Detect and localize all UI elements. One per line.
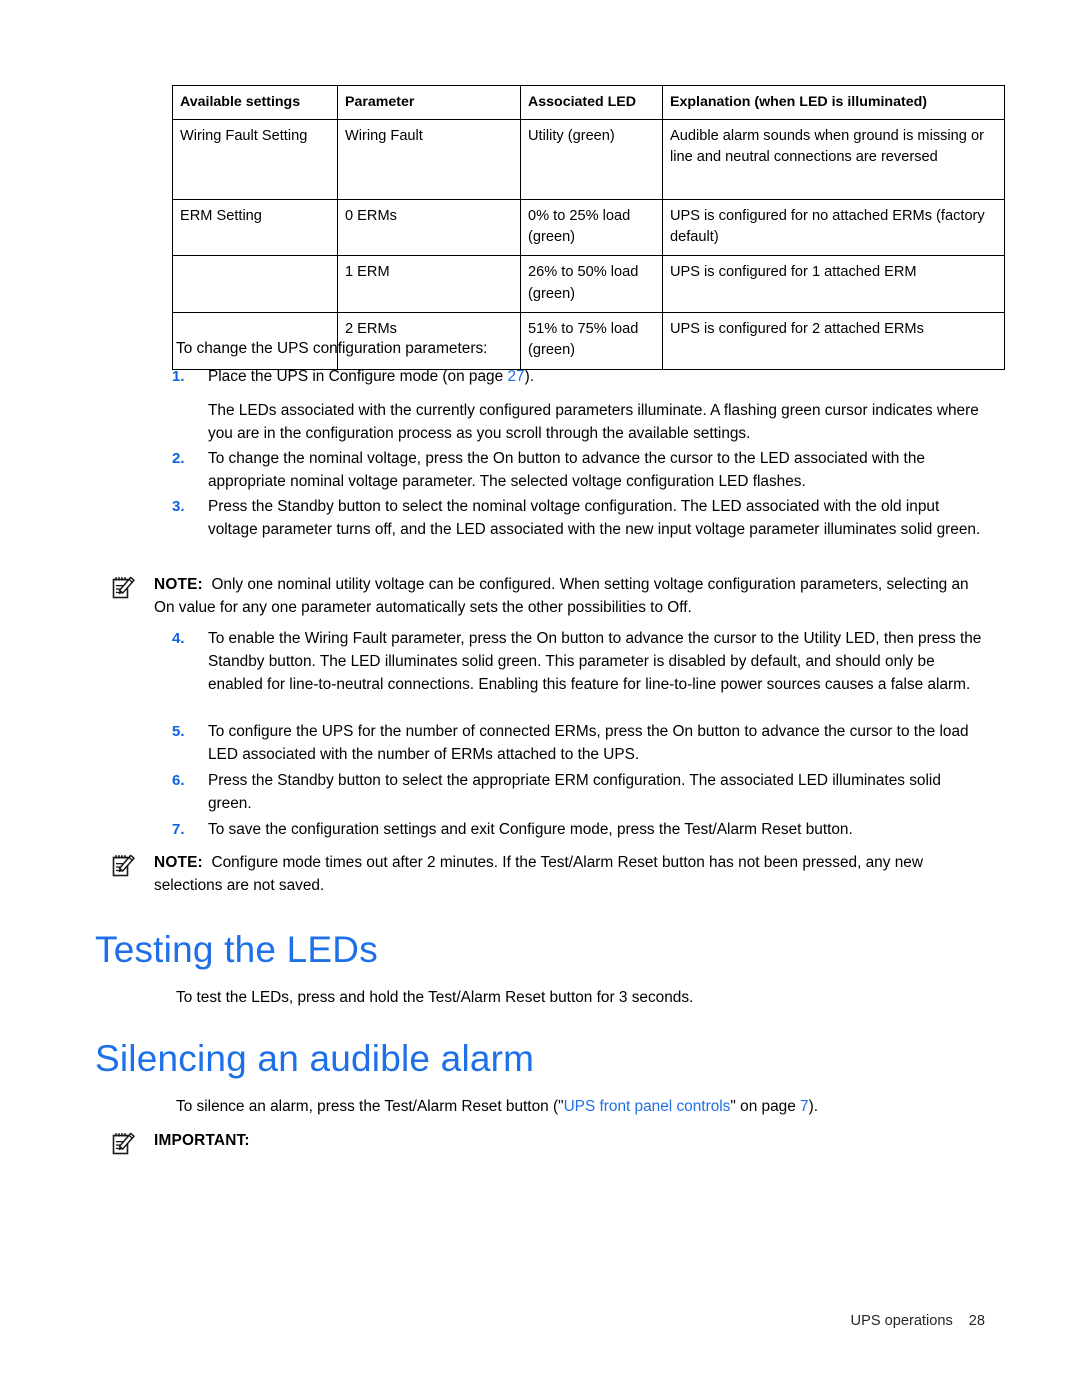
note-body: IMPORTANT: [154,1130,990,1153]
step-text: To save the configuration settings and e… [208,821,853,838]
cell-explanation: Audible alarm sounds when ground is miss… [662,118,1005,200]
step-number: 3. [172,498,185,515]
document-page: Available settings Parameter Associated … [0,0,1080,1397]
settings-table-container: Available settings Parameter Associated … [172,85,1005,370]
note-label: NOTE: [154,576,203,593]
step-6: 6. Press the Standby button to select th… [172,770,984,816]
cell-led: 26% to 50% load (green) [520,255,663,313]
cell-led: 0% to 25% load (green) [520,198,663,257]
table-row: Wiring Fault Setting Wiring Fault Utilit… [172,118,1005,200]
cell-explanation: UPS is configured for 1 attached ERM [662,255,1005,313]
table-header-row: Available settings Parameter Associated … [172,85,1005,120]
silencing-text-mid: " on page [730,1098,801,1115]
cross-reference-link[interactable]: UPS front panel controls [564,1098,731,1115]
step-text-before: Place the UPS in Configure mode (on page [208,368,508,385]
step-number: 1. [172,368,185,385]
heading-silencing-an-audible-alarm: Silencing an audible alarm [95,1038,535,1079]
footer-section-label: UPS operations [850,1313,953,1329]
silencing-body: To silence an alarm, press the Test/Alar… [176,1096,986,1119]
step-number: 6. [172,772,185,789]
step-1: 1. Place the UPS in Configure mode (on p… [172,366,984,389]
table-row: ERM Setting 0 ERMs 0% to 25% load (green… [172,198,1005,257]
step-number: 2. [172,450,185,467]
step-text: To enable the Wiring Fault parameter, pr… [208,630,982,693]
important-block: IMPORTANT: [110,1130,990,1155]
note-pad-pencil-icon [110,575,136,601]
step-5: 5. To configure the UPS for the number o… [172,721,984,767]
silencing-text-after: ). [808,1098,819,1115]
settings-table: Available settings Parameter Associated … [172,85,1005,370]
table-row: 1 ERM 26% to 50% load (green) UPS is con… [172,255,1005,313]
cell-explanation: UPS is configured for no attached ERMs (… [662,198,1005,257]
column-header-parameter: Parameter [337,85,521,120]
note-body: NOTE: Configure mode times out after 2 m… [154,852,990,898]
step-1-explanation: The LEDs associated with the currently c… [208,402,979,442]
important-label: IMPORTANT: [154,1132,250,1149]
cell-setting: Wiring Fault Setting [172,118,338,200]
note-pad-pencil-icon [110,1131,136,1157]
column-header-associated-led: Associated LED [520,85,663,120]
page-footer: UPS operations 28 [0,1313,985,1329]
note-text: Configure mode times out after 2 minutes… [154,854,923,894]
column-header-explanation: Explanation (when LED is illuminated) [662,85,1005,120]
note-label: NOTE: [154,854,203,871]
cell-setting [172,255,338,313]
step-text: Press the Standby button to select the a… [208,772,941,812]
cell-parameter: 1 ERM [337,255,521,313]
page-reference-link[interactable]: 27 [507,368,524,385]
note-body: NOTE: Only one nominal utility voltage c… [154,574,990,620]
intro-paragraph: To change the UPS configuration paramete… [176,340,488,357]
testing-the-leds-body: To test the LEDs, press and hold the Tes… [176,989,694,1006]
step-4: 4. To enable the Wiring Fault parameter,… [172,628,984,696]
note-pad-pencil-icon [110,853,136,879]
step-3: 3. Press the Standby button to select th… [172,496,984,542]
step-number: 5. [172,723,185,740]
step-text-after: ). [524,368,534,385]
cell-parameter: 0 ERMs [337,198,521,257]
page-reference-link[interactable]: 7 [800,1098,809,1115]
step-number: 4. [172,630,185,647]
cell-led: Utility (green) [520,118,663,200]
step-text: To change the nominal voltage, press the… [208,450,925,490]
cell-parameter: Wiring Fault [337,118,521,200]
step-text: To configure the UPS for the number of c… [208,723,969,763]
column-header-available-settings: Available settings [172,85,338,120]
step-7: 7. To save the configuration settings an… [172,819,984,842]
note-text: Only one nominal utility voltage can be … [154,576,969,616]
heading-testing-the-leds: Testing the LEDs [95,929,378,970]
step-text: Press the Standby button to select the n… [208,498,981,538]
step-number: 7. [172,821,185,838]
step-text: Place the UPS in Configure mode (on page… [208,366,984,389]
cell-setting: ERM Setting [172,198,338,257]
note-block-1: NOTE: Only one nominal utility voltage c… [110,574,990,620]
note-block-2: NOTE: Configure mode times out after 2 m… [110,852,990,898]
footer-page-number: 28 [968,1313,985,1329]
silencing-text-before: To silence an alarm, press the Test/Alar… [176,1098,564,1115]
step-2: 2. To change the nominal voltage, press … [172,448,984,494]
